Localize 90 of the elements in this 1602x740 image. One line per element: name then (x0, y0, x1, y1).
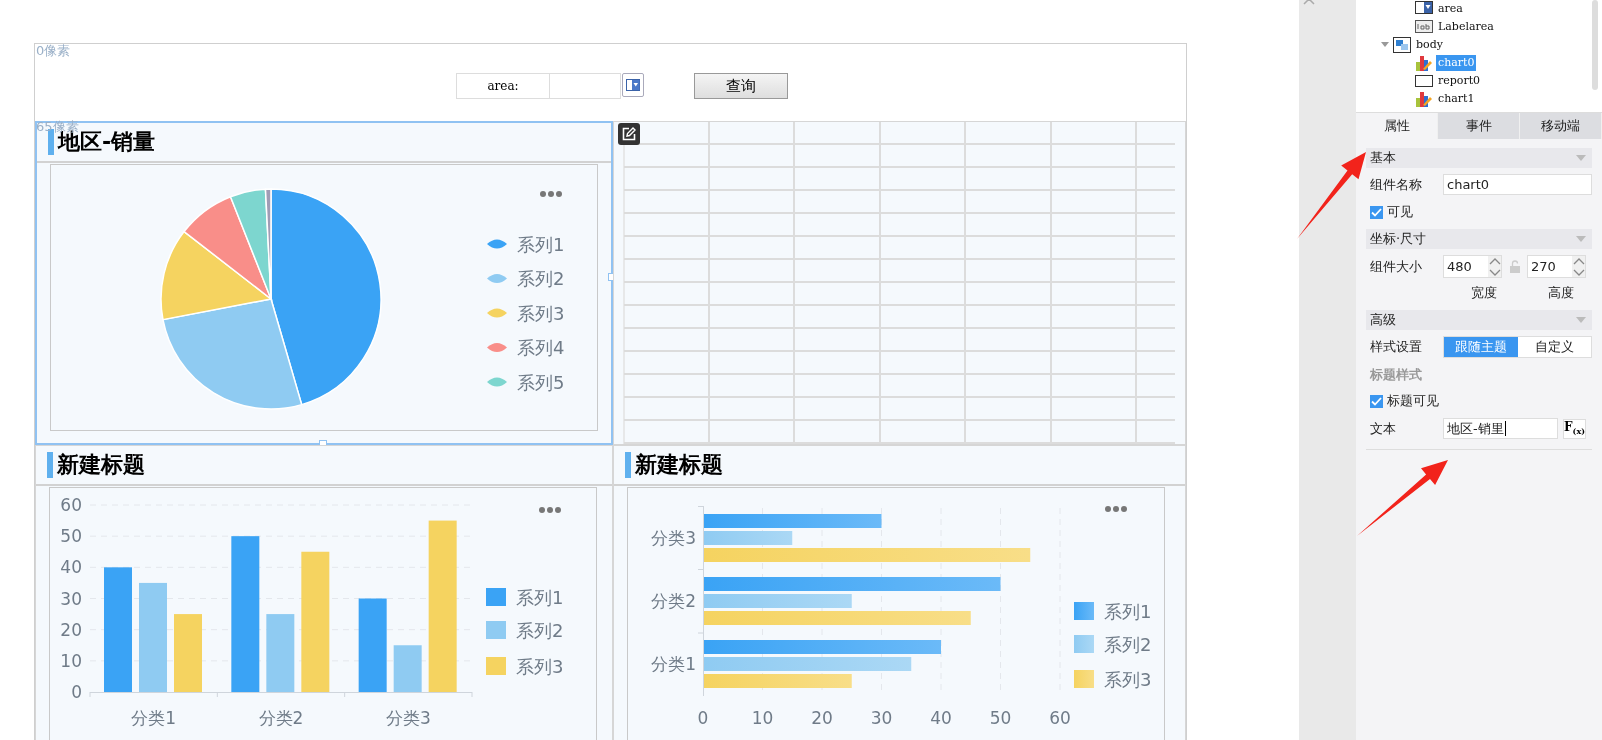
legend-label: 系列1 (1104, 600, 1152, 622)
legend-label: 系列3 (516, 655, 564, 677)
checkbox[interactable] (1370, 394, 1383, 408)
section-subtitle: 标题样式 (1370, 366, 1422, 384)
section-header[interactable]: 基本 (1366, 148, 1592, 168)
text-field[interactable]: chart0 (1443, 174, 1592, 195)
tree-item[interactable]: chart1 (1436, 91, 1477, 107)
legend-label: 系列1 (516, 586, 564, 608)
caret-icon (626, 79, 640, 91)
section-header[interactable]: 高级 (1366, 310, 1592, 330)
axis-label: 0 (71, 682, 82, 702)
query-button[interactable]: 查询 (694, 73, 788, 99)
segment-option[interactable]: 自定义 (1517, 337, 1591, 357)
axis-label: 分类1 (131, 708, 177, 728)
field-caption: 高度 (1548, 284, 1574, 302)
caret-icon (1576, 154, 1586, 162)
dropdown-button[interactable] (622, 73, 644, 97)
axis-label: 分类3 (385, 708, 431, 728)
axis-label: 40 (930, 708, 952, 728)
edit-button[interactable] (618, 123, 640, 145)
formula-button[interactable]: F$_{(x)}$ (1563, 418, 1586, 439)
caret-icon (1576, 235, 1586, 243)
more-icon[interactable] (1105, 506, 1127, 512)
axis-label: 50 (60, 526, 82, 547)
chart-widget[interactable]: 新建标题 0 10 20 30 40 50 60 分类1 分类2 分类3 系列1 系列2 系列3 (35, 445, 613, 740)
table-icon (1415, 73, 1433, 89)
legend-label: 系列3 (517, 302, 565, 324)
tree-item[interactable]: Labelarea (1436, 19, 1496, 35)
axis-label: 60 (1049, 708, 1071, 728)
axis-label: 20 (60, 619, 82, 640)
checkbox[interactable] (1370, 205, 1383, 219)
combo-field[interactable] (550, 73, 621, 99)
tree-item[interactable]: area (1436, 1, 1465, 17)
spinner-button[interactable] (1488, 256, 1501, 277)
axis-label: 20 (811, 708, 833, 728)
legend-label: 系列5 (517, 371, 565, 393)
axis-label: 50 (989, 708, 1012, 728)
panel-tab[interactable]: 移动端 (1520, 113, 1602, 139)
chart-widget[interactable]: 新建标题 0 10 20 30 40 50 60 分类3 分类2 分类1 系列1 系列2 系列3 (613, 445, 1186, 740)
more-icon[interactable] (539, 507, 561, 513)
field-label: 组件大小 (1370, 257, 1423, 276)
caret-icon (1576, 316, 1586, 324)
field-label: 文本 (1370, 419, 1397, 438)
checkbox-label: 标题可见 (1387, 392, 1439, 410)
field-label: 组件名称 (1370, 175, 1423, 194)
tree-item[interactable]: body (1414, 37, 1445, 53)
axis-label: 10 (751, 708, 774, 728)
checkbox-label: 可见 (1387, 203, 1413, 221)
parameter-label: area: (456, 73, 550, 99)
legend-label: 系列2 (1104, 633, 1152, 655)
axis-label: 分类3 (651, 528, 696, 548)
title-accent (47, 452, 53, 478)
more-icon[interactable] (540, 191, 562, 197)
layout-icon (1393, 37, 1411, 53)
scrollbar[interactable] (1592, 0, 1598, 90)
axis-label: 60 (60, 495, 82, 515)
axis-label: 分类1 (651, 654, 696, 674)
label-icon (1415, 19, 1433, 35)
scroll-up-icon (1303, 0, 1315, 5)
tree-item[interactable]: report0 (1436, 73, 1483, 89)
spinner-button[interactable] (1572, 256, 1585, 277)
legend-label: 系列2 (516, 619, 564, 641)
edit-icon (622, 127, 636, 141)
axis-label: 分类2 (651, 591, 696, 611)
chart-icon (1415, 55, 1433, 71)
axis-label: 30 (870, 708, 893, 728)
axis-label: 30 (60, 588, 82, 609)
title-accent (48, 129, 54, 155)
text-field[interactable]: 地区-销里 (1443, 418, 1558, 439)
field-caption: 宽度 (1471, 284, 1497, 302)
bar (393, 645, 422, 692)
panel-tab[interactable]: 事件 (1438, 113, 1520, 139)
axis-label: 40 (60, 557, 82, 578)
chart-icon (1415, 91, 1433, 107)
lock-icon (1510, 260, 1520, 273)
number-field[interactable]: 270 (1527, 255, 1586, 278)
widget-title: 新建标题 (57, 452, 145, 478)
legend-label: 系列2 (517, 268, 565, 289)
axis-label: 分类2 (258, 708, 304, 728)
title-accent (625, 452, 631, 478)
number-field[interactable]: 480 (1443, 255, 1502, 278)
widget-title: 新建标题 (635, 452, 723, 478)
legend-label: 系列1 (517, 233, 565, 255)
axis-label: 0 (697, 708, 709, 728)
ruler-label: 0像素 (36, 44, 71, 58)
field-label: 样式设置 (1370, 338, 1423, 356)
legend-label: 系列3 (1104, 668, 1152, 690)
axis-label: 10 (60, 650, 82, 671)
section-header[interactable]: 坐标·尺寸 (1366, 229, 1592, 249)
legend-label: 系列4 (517, 337, 565, 358)
